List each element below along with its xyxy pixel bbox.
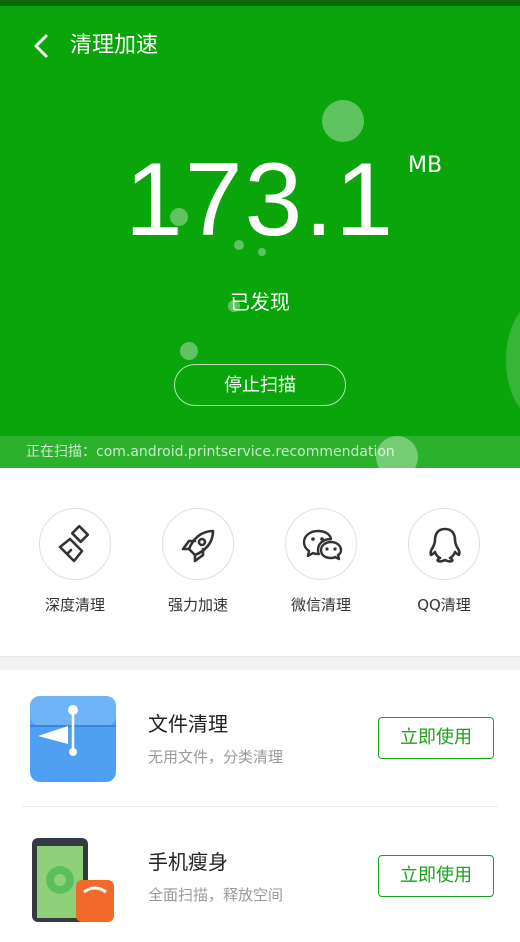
phone-slim-icon xyxy=(30,836,116,922)
feature-card-file-clean: 文件清理 无用文件，分类清理 立即使用 xyxy=(0,670,520,804)
decorative-bubble xyxy=(506,300,520,420)
tool-icon-circle xyxy=(285,508,357,580)
use-now-button[interactable]: 立即使用 xyxy=(378,855,494,897)
tool-icon-circle xyxy=(162,508,234,580)
use-now-button[interactable]: 立即使用 xyxy=(378,717,494,759)
tool-icon-circle xyxy=(408,508,480,580)
tool-wechat-clean[interactable]: 微信清理 xyxy=(266,508,376,628)
scan-header: 清理加速 173.1 MB 已发现 停止扫描 正在扫描：com.android.… xyxy=(0,0,520,468)
feature-description: 无用文件，分类清理 xyxy=(148,748,284,766)
stop-scan-button[interactable]: 停止扫描 xyxy=(174,364,346,406)
junk-amount: 173.1 MB xyxy=(0,140,520,260)
decorative-bubble xyxy=(322,100,364,142)
junk-amount-unit: MB xyxy=(408,153,443,178)
decorative-bubble xyxy=(180,342,198,360)
feature-title: 文件清理 xyxy=(148,712,228,736)
list-separator xyxy=(22,806,498,807)
feature-title: 手机瘦身 xyxy=(148,850,228,874)
scan-status-text: 已发现 xyxy=(230,290,290,314)
tool-label: 微信清理 xyxy=(290,596,351,614)
junk-amount-value: 173.1 xyxy=(124,142,396,258)
feature-card-phone-slim: 手机瘦身 全面扫描，释放空间 立即使用 xyxy=(0,808,520,942)
wechat-icon xyxy=(302,529,343,561)
tool-label: 深度清理 xyxy=(44,596,105,614)
qq-icon xyxy=(429,527,461,563)
tool-label: 强力加速 xyxy=(167,596,228,614)
page-title: 清理加速 xyxy=(70,33,159,58)
tool-qq-clean[interactable]: QQ清理 xyxy=(389,508,499,628)
scanning-path-text: 正在扫描：com.android.printservice.recommenda… xyxy=(0,436,520,468)
tool-deep-clean[interactable]: 深度清理 xyxy=(20,508,130,628)
rocket-icon xyxy=(181,529,215,563)
section-divider xyxy=(0,656,520,670)
tool-boost[interactable]: 强力加速 xyxy=(143,508,253,628)
back-button[interactable] xyxy=(28,32,56,60)
quick-tools: 深度清理 强力加速 微信清理 QQ清理 xyxy=(0,468,520,656)
file-clean-icon xyxy=(30,696,116,782)
tool-icon-circle xyxy=(39,508,111,580)
broom-icon xyxy=(58,524,90,563)
feature-description: 全面扫描，释放空间 xyxy=(148,886,284,904)
tool-label: QQ清理 xyxy=(417,596,471,614)
chevron-left-icon xyxy=(34,34,48,58)
status-strip xyxy=(0,0,520,6)
